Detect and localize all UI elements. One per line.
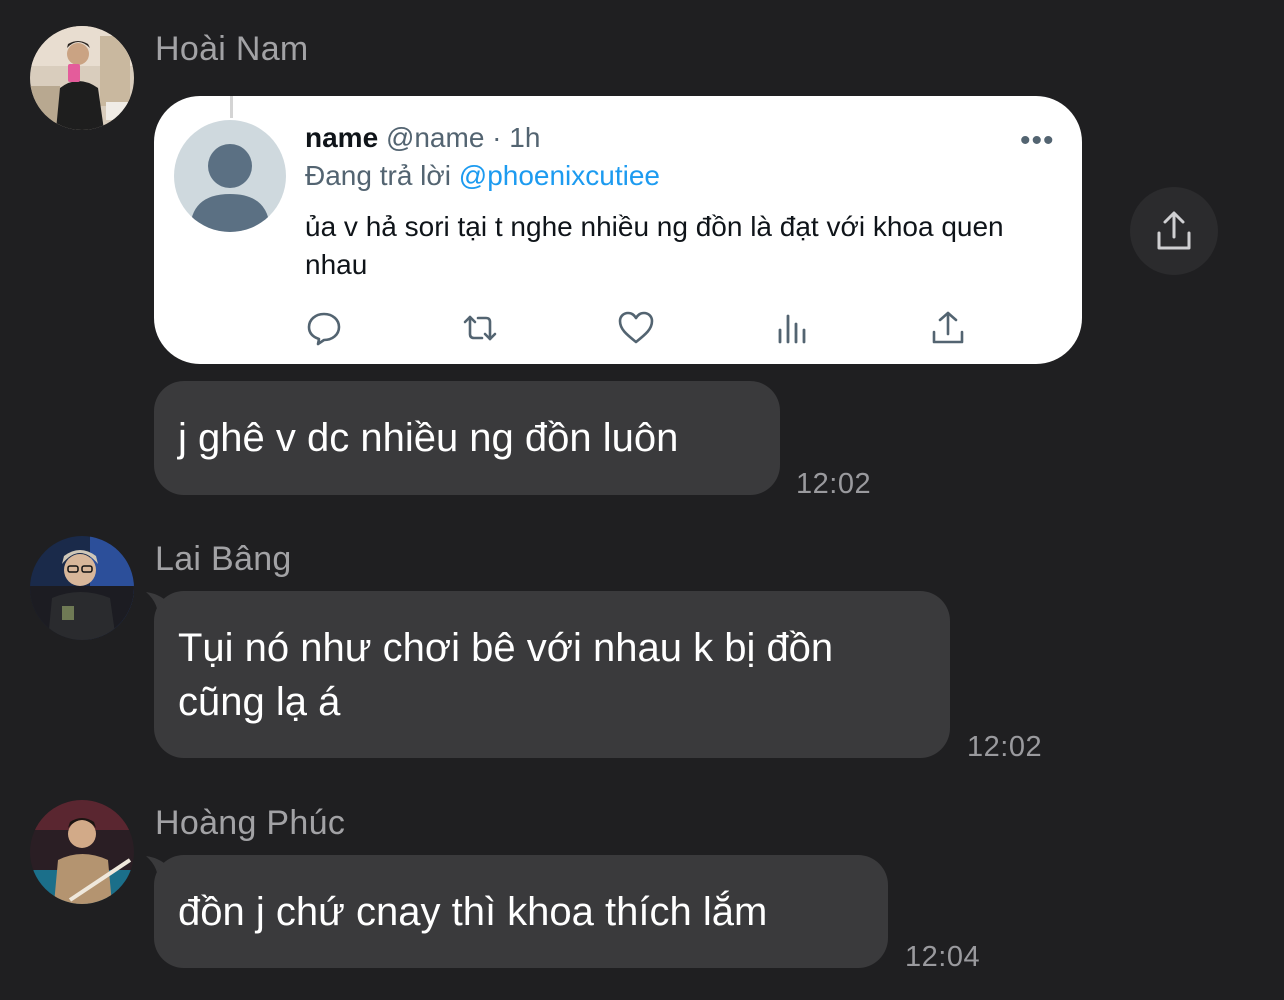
thread-line (230, 96, 233, 118)
avatar-lai-bang[interactable] (30, 536, 134, 640)
tweet-handle-time: @name · 1h (385, 122, 541, 153)
chat-thread: Hoài Nam name @name · 1h ••• Đang trả lờ… (0, 0, 1284, 1000)
share-icon[interactable] (928, 308, 968, 348)
forward-share-button[interactable] (1130, 187, 1218, 275)
message-time: 12:02 (967, 731, 1043, 763)
share-icon (1157, 211, 1191, 250)
message-bubble[interactable]: j ghê v dc nhiều ng đồn luôn (154, 381, 780, 495)
retweet-icon[interactable] (460, 308, 500, 348)
sender-name: Hoài Nam (155, 30, 309, 68)
sender-name: Hoàng Phúc (155, 804, 346, 842)
reply-icon[interactable] (304, 308, 344, 348)
message-text: đồn j chứ cnay thì khoa thích lắm (178, 890, 768, 934)
avatar-hoai-nam[interactable] (30, 26, 134, 130)
like-icon[interactable] (616, 308, 656, 348)
message-time: 12:02 (796, 468, 872, 500)
tweet-header: name @name · 1h (305, 122, 540, 154)
more-options-icon[interactable]: ••• (1020, 124, 1055, 158)
views-icon[interactable] (772, 308, 812, 348)
message-text: Tụi nó như chơi bê với nhau k bị đồn cũn… (178, 626, 834, 724)
tweet-reply-context: Đang trả lời @phoenixcutiee (305, 160, 660, 192)
avatar-photo-icon (30, 536, 134, 640)
sender-name: Lai Bâng (155, 540, 292, 578)
tweet-author-name[interactable]: name (305, 122, 378, 153)
avatar-photo-icon (30, 26, 134, 130)
avatar-photo-icon (30, 800, 134, 904)
message-text: j ghê v dc nhiều ng đồn luôn (178, 416, 679, 460)
shared-tweet-card[interactable]: name @name · 1h ••• Đang trả lời @phoeni… (154, 96, 1082, 364)
tweet-body: ủa v hả sori tại t nghe nhiều ng đồn là … (305, 211, 1004, 280)
default-avatar-icon[interactable] (174, 120, 286, 232)
message-bubble[interactable]: đồn j chứ cnay thì khoa thích lắm (154, 855, 888, 968)
avatar-hoang-phuc[interactable] (30, 800, 134, 904)
message-time: 12:04 (905, 941, 981, 973)
reply-label: Đang trả lời (305, 160, 451, 191)
message-bubble[interactable]: Tụi nó như chơi bê với nhau k bị đồn cũn… (154, 591, 950, 758)
reply-mention-link[interactable]: @phoenixcutiee (459, 160, 660, 191)
